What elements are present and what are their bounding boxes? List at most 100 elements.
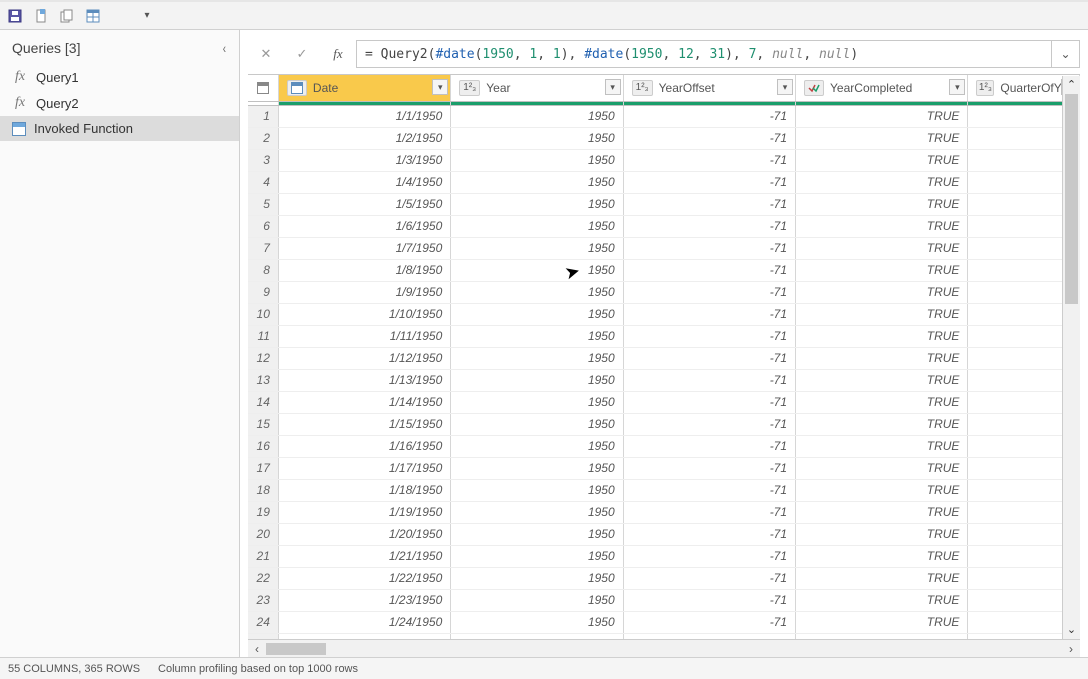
cell-year[interactable]: 1950 <box>451 193 623 215</box>
cell-yearoffset[interactable]: -71 <box>623 611 795 633</box>
table-row[interactable]: 21/2/19501950-71TRUE <box>248 127 1080 149</box>
cell-yearoffset[interactable]: -71 <box>623 391 795 413</box>
cell-date[interactable]: 1/9/1950 <box>278 281 450 303</box>
cell-date[interactable]: 1/7/1950 <box>278 237 450 259</box>
cell-yearoffset[interactable]: -71 <box>623 479 795 501</box>
cell-yearcompleted[interactable]: TRUE <box>796 347 968 369</box>
column-filter-icon[interactable]: ▾ <box>949 79 965 95</box>
cell-date[interactable]: 1/19/1950 <box>278 501 450 523</box>
table-row[interactable]: 241/24/19501950-71TRUE <box>248 611 1080 633</box>
cell-yearoffset[interactable]: -71 <box>623 215 795 237</box>
cell-yearoffset[interactable]: -71 <box>623 545 795 567</box>
cell-yearcompleted[interactable]: TRUE <box>796 369 968 391</box>
cell-year[interactable]: 1950 <box>451 435 623 457</box>
table-row[interactable]: 51/5/19501950-71TRUE <box>248 193 1080 215</box>
row-header[interactable]: 23 <box>248 589 278 611</box>
cell-date[interactable]: 1/4/1950 <box>278 171 450 193</box>
cell-yearcompleted[interactable]: TRUE <box>796 435 968 457</box>
cell-year[interactable]: 1950 <box>451 501 623 523</box>
column-header-yearoffset[interactable]: 1²₃YearOffset▾ <box>623 75 795 101</box>
cancel-formula-icon[interactable]: ✕ <box>248 40 284 68</box>
row-header[interactable]: 19 <box>248 501 278 523</box>
query-item-0[interactable]: fxQuery1 <box>0 64 239 90</box>
column-filter-icon[interactable]: ▾ <box>432 79 448 95</box>
row-header[interactable]: 6 <box>248 215 278 237</box>
cell-year[interactable]: 1950 <box>451 567 623 589</box>
save-icon[interactable] <box>6 7 24 25</box>
cell-year[interactable]: 1950 <box>451 479 623 501</box>
cell-year[interactable]: 1950 <box>451 105 623 127</box>
table-row[interactable]: 111/11/19501950-71TRUE <box>248 325 1080 347</box>
scroll-right-icon[interactable]: › <box>1062 642 1080 656</box>
cell-yearcompleted[interactable]: TRUE <box>796 523 968 545</box>
recent-source-icon[interactable] <box>58 7 76 25</box>
cell-yearcompleted[interactable]: TRUE <box>796 281 968 303</box>
cell-date[interactable]: 1/12/1950 <box>278 347 450 369</box>
column-filter-icon[interactable]: ▾ <box>777 79 793 95</box>
horizontal-scrollbar[interactable]: ‹ › <box>248 639 1080 657</box>
cell-yearcompleted[interactable]: TRUE <box>796 567 968 589</box>
query-item-2[interactable]: Invoked Function <box>0 116 239 141</box>
commit-formula-icon[interactable]: ✓ <box>284 40 320 68</box>
type-number-icon[interactable]: 1²₃ <box>632 80 653 96</box>
row-header[interactable]: 2 <box>248 127 278 149</box>
table-row[interactable]: 231/23/19501950-71TRUE <box>248 589 1080 611</box>
table-row[interactable]: 101/10/19501950-71TRUE <box>248 303 1080 325</box>
cell-yearoffset[interactable]: -71 <box>623 193 795 215</box>
cell-date[interactable]: 1/11/1950 <box>278 325 450 347</box>
cell-year[interactable]: 1950 <box>451 303 623 325</box>
table-row[interactable]: 151/15/19501950-71TRUE <box>248 413 1080 435</box>
cell-date[interactable]: 1/16/1950 <box>278 435 450 457</box>
table-row[interactable]: 91/9/19501950-71TRUE <box>248 281 1080 303</box>
cell-date[interactable]: 1/22/1950 <box>278 567 450 589</box>
row-header[interactable]: 7 <box>248 237 278 259</box>
cell-date[interactable]: 1/13/1950 <box>278 369 450 391</box>
table-row[interactable]: 41/4/19501950-71TRUE <box>248 171 1080 193</box>
cell-date[interactable]: 1/15/1950 <box>278 413 450 435</box>
cell-year[interactable]: 1950 <box>451 281 623 303</box>
row-header[interactable]: 15 <box>248 413 278 435</box>
cell-year[interactable]: 1950 <box>451 237 623 259</box>
cell-date[interactable]: 1/23/1950 <box>278 589 450 611</box>
cell-date[interactable]: 1/3/1950 <box>278 149 450 171</box>
row-header[interactable]: 3 <box>248 149 278 171</box>
cell-year[interactable]: 1950 <box>451 457 623 479</box>
cell-yearcompleted[interactable]: TRUE <box>796 303 968 325</box>
cell-yearcompleted[interactable]: TRUE <box>796 215 968 237</box>
enter-data-icon[interactable] <box>84 7 102 25</box>
row-header[interactable]: 21 <box>248 545 278 567</box>
cell-yearcompleted[interactable]: TRUE <box>796 457 968 479</box>
cell-yearoffset[interactable]: -71 <box>623 347 795 369</box>
cell-year[interactable]: 1950 <box>451 523 623 545</box>
cell-date[interactable]: 1/14/1950 <box>278 391 450 413</box>
formula-input[interactable]: = Query2(#date(1950, 1, 1), #date(1950, … <box>356 40 1052 68</box>
cell-yearcompleted[interactable]: TRUE <box>796 237 968 259</box>
row-header[interactable]: 5 <box>248 193 278 215</box>
new-source-icon[interactable] <box>32 7 50 25</box>
cell-yearcompleted[interactable]: TRUE <box>796 589 968 611</box>
cell-year[interactable]: 1950 <box>451 369 623 391</box>
cell-date[interactable]: 1/6/1950 <box>278 215 450 237</box>
collapse-pane-icon[interactable]: ‹ <box>223 40 226 56</box>
cell-year[interactable]: 1950 <box>451 149 623 171</box>
cell-year[interactable]: 1950 <box>451 611 623 633</box>
vertical-scrollbar[interactable]: ⌃ ⌄ <box>1062 76 1080 639</box>
table-row[interactable]: 131/13/19501950-71TRUE <box>248 369 1080 391</box>
cell-yearoffset[interactable]: -71 <box>623 105 795 127</box>
column-header-yearcompleted[interactable]: YearCompleted▾ <box>796 75 968 101</box>
column-header-date[interactable]: Date▾ <box>278 75 450 101</box>
query-item-1[interactable]: fxQuery2 <box>0 90 239 116</box>
cell-year[interactable]: 1950 <box>451 589 623 611</box>
cell-yearcompleted[interactable]: TRUE <box>796 105 968 127</box>
cell-year[interactable]: 1950 <box>451 127 623 149</box>
cell-date[interactable]: 1/20/1950 <box>278 523 450 545</box>
table-row[interactable]: 211/21/19501950-71TRUE <box>248 545 1080 567</box>
fx-icon[interactable]: fx <box>320 40 356 68</box>
row-header[interactable]: 14 <box>248 391 278 413</box>
row-header[interactable]: 1 <box>248 105 278 127</box>
row-header[interactable]: 4 <box>248 171 278 193</box>
cell-date[interactable]: 1/5/1950 <box>278 193 450 215</box>
cell-year[interactable]: 1950 <box>451 545 623 567</box>
cell-yearoffset[interactable]: -71 <box>623 303 795 325</box>
row-header[interactable]: 13 <box>248 369 278 391</box>
